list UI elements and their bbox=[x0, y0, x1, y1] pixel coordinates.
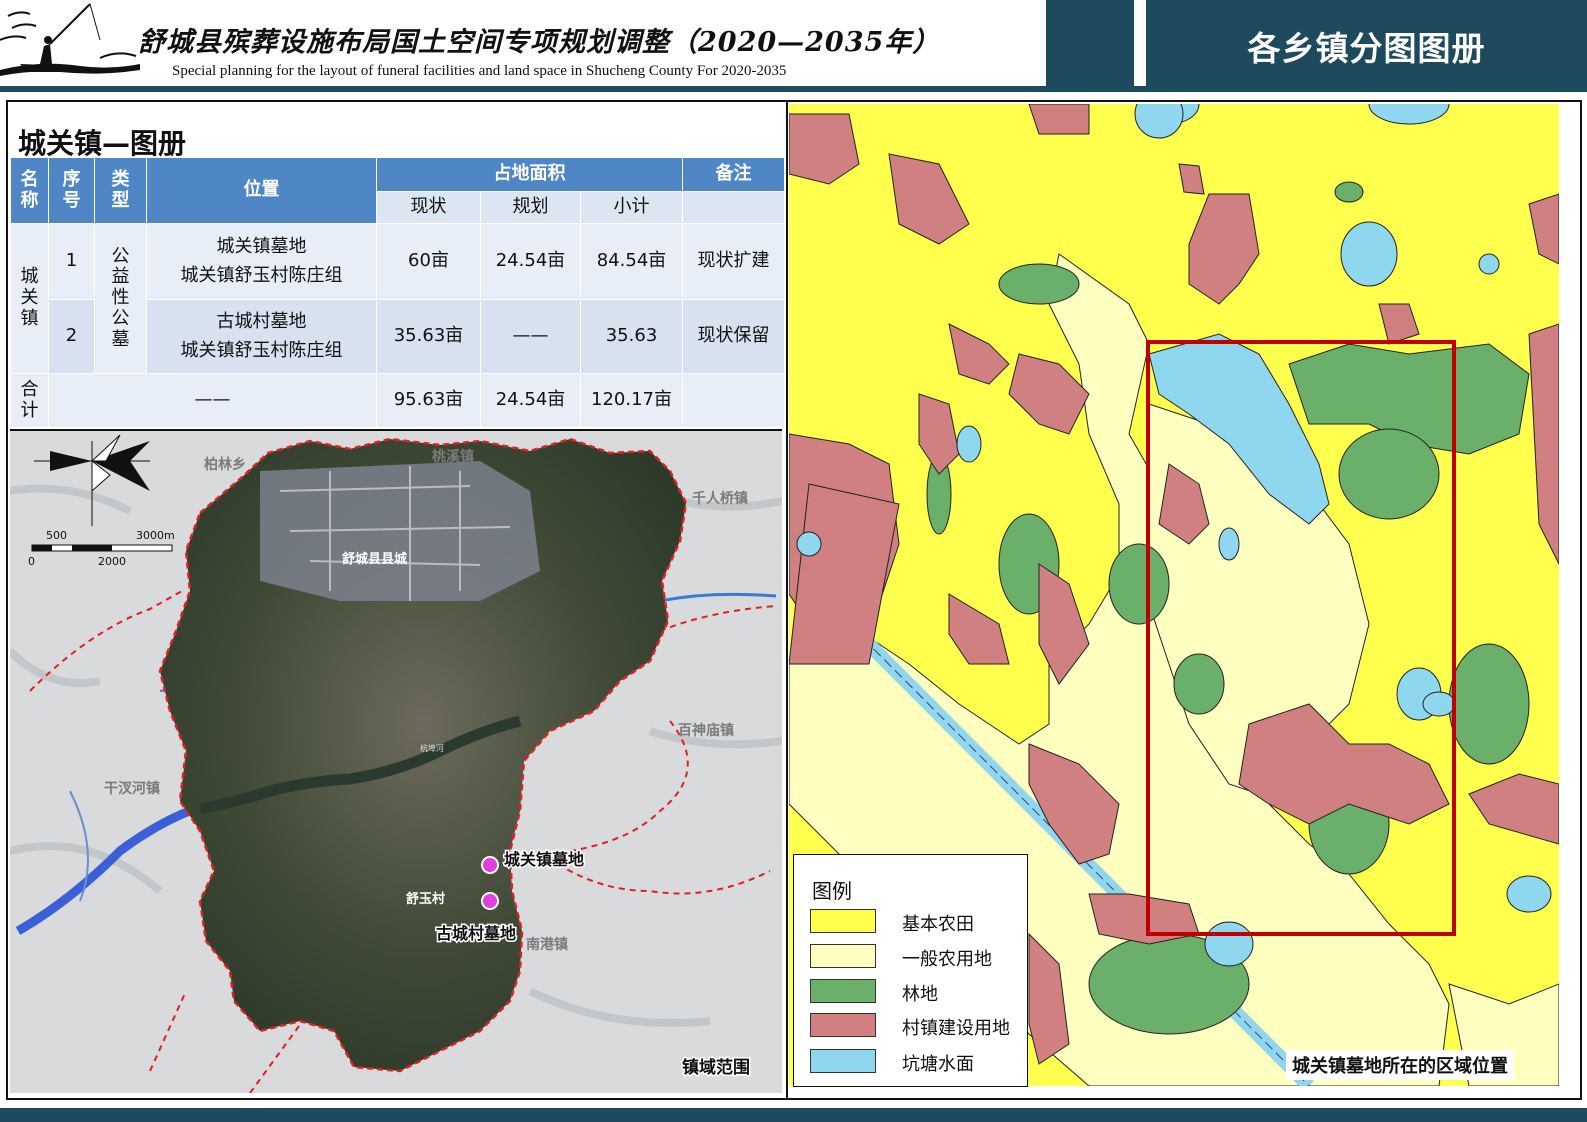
cell-subtotal: 35.63 bbox=[579, 299, 684, 374]
legend-label: 基本农田 bbox=[902, 914, 974, 935]
village-label: 舒玉村 bbox=[406, 891, 445, 907]
header-seq: 序号 bbox=[48, 157, 95, 224]
landuse-map-caption: 城关镇墓地所在的区域位置 bbox=[1286, 1050, 1514, 1080]
header-area: 占地面积 bbox=[375, 157, 684, 192]
fisherman-logo-icon bbox=[0, 3, 140, 76]
header: 舒城县殡葬设施布局国土空间专项规划调整（2020—2035年） Special … bbox=[0, 0, 1587, 86]
cell-total-remark bbox=[682, 373, 786, 428]
cell-remark: 现状扩建 bbox=[682, 223, 786, 300]
cell-total-subtotal: 120.17亩 bbox=[579, 373, 684, 428]
legend-label: 村镇建设用地 bbox=[902, 1018, 1010, 1039]
legend-swatch bbox=[810, 979, 876, 1003]
cemetery-marker-icon[interactable] bbox=[481, 892, 499, 910]
header-name: 名称 bbox=[10, 157, 49, 224]
cemetery-marker-icon[interactable] bbox=[481, 856, 499, 874]
cell-seq: 2 bbox=[48, 299, 95, 374]
legend-swatch bbox=[810, 944, 876, 968]
atlas-label: 各乡镇分图图册 bbox=[1247, 29, 1486, 68]
legend-label: 林地 bbox=[902, 984, 938, 1005]
cell-current: 35.63亩 bbox=[376, 299, 481, 374]
neighbor-label: 百神庙镇 bbox=[678, 722, 734, 739]
river-label: 杭埠河 bbox=[420, 743, 444, 753]
neighbor-label: 桃溪镇 bbox=[432, 448, 474, 465]
title-chinese: 舒城县殡葬设施布局国土空间专项规划调整（2020—2035年） bbox=[138, 27, 941, 58]
scale-label: 500 bbox=[46, 529, 67, 542]
table-row: 城关镇 1 公益性公墓 城关镇墓地 城关镇舒玉村陈庄组 60亩 24.54亩 8… bbox=[10, 223, 786, 374]
legend-label: 一般农用地 bbox=[902, 949, 992, 970]
cemetery-label: 古城村墓地 bbox=[436, 924, 516, 943]
header-planned: 规划 bbox=[480, 191, 581, 224]
location-name: 城关镇墓地 bbox=[216, 235, 307, 257]
header-location: 位置 bbox=[146, 157, 377, 224]
legend-label: 坑塘水面 bbox=[902, 1054, 974, 1075]
header-type: 类型 bbox=[94, 157, 147, 224]
cell-total-location: —— bbox=[48, 373, 377, 428]
location-name: 古城村墓地 bbox=[216, 310, 307, 332]
scale-label: 2000 bbox=[98, 555, 126, 568]
header-divider bbox=[0, 86, 1587, 92]
scale-label: 0 bbox=[28, 555, 35, 568]
title-english: Special planning for the layout of funer… bbox=[172, 63, 787, 79]
cemetery-table: 名称 序号 类型 位置 占地面积 备注 现状 规划 小计 城关镇 1 公益性公墓… bbox=[10, 157, 786, 428]
header-remark-sub bbox=[682, 191, 786, 224]
header-remark: 备注 bbox=[682, 157, 786, 192]
cell-total-current: 95.63亩 bbox=[376, 373, 481, 428]
map-caption: 镇域范围 bbox=[682, 1057, 750, 1078]
header-bar-left bbox=[1046, 0, 1134, 86]
header-gap bbox=[1134, 0, 1146, 86]
cell-planned: —— bbox=[480, 299, 581, 374]
header-subtotal: 小计 bbox=[579, 191, 684, 224]
cemetery-label: 城关镇墓地 bbox=[504, 850, 584, 869]
neighbor-label: 千人桥镇 bbox=[692, 490, 748, 507]
map-legend: 图例 基本农田 一般农用地 林地 村镇建设用地 坑塘水面 bbox=[793, 854, 1028, 1087]
cell-town: 城关镇 bbox=[10, 223, 49, 374]
cell-location: 古城村墓地 城关镇舒玉村陈庄组 bbox=[146, 299, 377, 374]
scale-label: 3000m bbox=[136, 529, 175, 542]
cell-total-planned: 24.54亩 bbox=[480, 373, 581, 428]
neighbor-label: 干汊河镇 bbox=[104, 780, 160, 797]
legend-swatch bbox=[810, 1049, 876, 1073]
location-address: 城关镇舒玉村陈庄组 bbox=[180, 339, 343, 361]
neighbor-label: 南港镇 bbox=[526, 936, 568, 953]
cell-location: 城关镇墓地 城关镇舒玉村陈庄组 bbox=[146, 223, 377, 300]
neighbor-label: 柏林乡 bbox=[204, 456, 246, 473]
legend-swatch bbox=[810, 1013, 876, 1037]
cell-planned: 24.54亩 bbox=[480, 223, 581, 300]
header-current: 现状 bbox=[376, 191, 481, 224]
satellite-map: 杭埠河 500 3000m 0 2000 柏林乡 桃溪镇 千人桥镇 百神庙镇 干… bbox=[10, 429, 782, 1093]
location-address: 城关镇舒玉村陈庄组 bbox=[180, 264, 343, 286]
county-seat-label: 舒城县县城 bbox=[342, 551, 407, 567]
table-total-row: 合计 —— 95.63亩 24.54亩 120.17亩 bbox=[10, 373, 786, 428]
cell-type: 公益性公墓 bbox=[94, 223, 147, 374]
cell-total-label: 合计 bbox=[10, 373, 49, 428]
legend-swatch bbox=[810, 909, 876, 933]
legend-title: 图例 bbox=[812, 879, 852, 903]
cell-subtotal: 84.54亩 bbox=[579, 223, 684, 300]
cell-seq: 1 bbox=[48, 223, 95, 300]
cell-remark: 现状保留 bbox=[682, 299, 786, 374]
cell-current: 60亩 bbox=[376, 223, 481, 300]
table-title: 城关镇—图册 bbox=[18, 127, 187, 160]
footer-bar bbox=[0, 1108, 1587, 1122]
